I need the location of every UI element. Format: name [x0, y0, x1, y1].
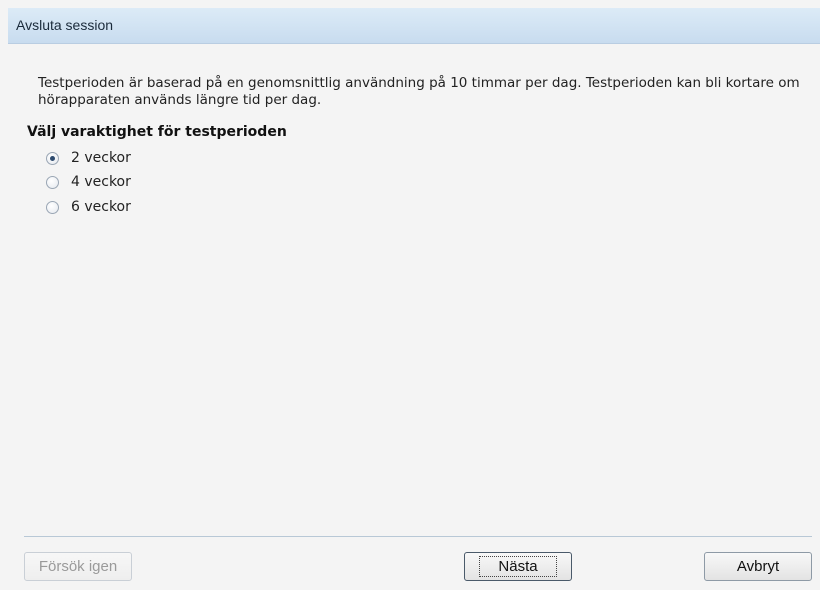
retry-button[interactable]: Försök igen [24, 552, 132, 581]
option-2-weeks[interactable]: 2 veckor [46, 148, 131, 168]
option-4-weeks[interactable]: 4 veckor [46, 172, 131, 192]
radio-button[interactable] [46, 175, 59, 189]
duration-heading: Välj varaktighet för testperioden [27, 124, 287, 140]
option-label: 4 veckor [71, 174, 131, 190]
option-label: 2 veckor [71, 150, 131, 166]
cancel-button[interactable]: Avbryt [704, 552, 812, 581]
option-6-weeks[interactable]: 6 veckor [46, 197, 131, 217]
dialog-content [8, 44, 820, 538]
option-label: 6 veckor [71, 199, 131, 215]
window-title: Avsluta session [16, 17, 114, 33]
title-bar: Avsluta session [8, 8, 820, 44]
next-button-label: Nästa [479, 556, 557, 577]
description-text: Testperioden är baserad på en genomsnitt… [38, 75, 800, 108]
radio-button[interactable] [46, 200, 59, 214]
footer-separator [24, 536, 812, 537]
next-button[interactable]: Nästa [464, 552, 572, 581]
radio-button-selected[interactable] [46, 151, 59, 165]
dialog-window: Avsluta session Testperioden är baserad … [0, 0, 820, 590]
